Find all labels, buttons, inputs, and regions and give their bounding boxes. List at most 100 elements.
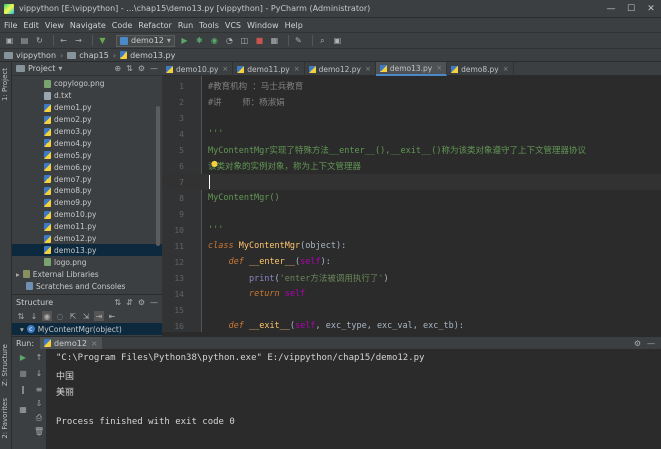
menu-file[interactable]: File xyxy=(4,21,17,30)
soft-wrap-icon[interactable]: ≡ xyxy=(34,385,44,394)
breadcrumb-item[interactable]: chap15 xyxy=(67,51,109,60)
code-line[interactable]: 15 xyxy=(162,302,661,318)
code-line[interactable]: 9 xyxy=(162,206,661,222)
menu-tools[interactable]: Tools xyxy=(199,21,219,30)
tree-item-file-selected[interactable]: demo13.py xyxy=(12,244,162,257)
breadcrumb-item[interactable]: vippython xyxy=(4,51,56,60)
code-line[interactable]: 16 def __exit__(self, exc_type, exc_val,… xyxy=(162,318,661,332)
structure-tool-tab[interactable]: Z: Structure xyxy=(1,344,9,386)
favorites-tool-tab[interactable]: 2: Favorites xyxy=(1,398,9,439)
close-tab-icon[interactable]: × xyxy=(91,339,98,348)
back-arrow-icon[interactable]: ← xyxy=(58,35,69,46)
code-line[interactable]: 1 #教育机构 ：马士兵教育 xyxy=(162,78,661,94)
autoscroll-from-icon[interactable]: ⇤ xyxy=(107,311,117,321)
chevron-down-icon[interactable]: ▾ xyxy=(58,64,62,73)
tree-item-external-libraries[interactable]: ▸ External Libraries xyxy=(12,268,162,280)
project-tool-tab[interactable]: 1: Project xyxy=(1,68,9,101)
code-line[interactable]: 8 MyContentMgr() xyxy=(162,190,661,206)
menu-navigate[interactable]: Navigate xyxy=(70,21,106,30)
collapse-icon[interactable]: ⇅ xyxy=(126,64,133,73)
inherited-icon[interactable]: ◌ xyxy=(55,311,65,321)
code-line[interactable]: 14 return self xyxy=(162,286,661,302)
close-tab-icon[interactable]: × xyxy=(365,65,371,73)
code-line[interactable]: 3 xyxy=(162,110,661,126)
menu-help[interactable]: Help xyxy=(285,21,303,30)
project-panel-title[interactable]: Project xyxy=(28,64,55,73)
down-arrow-icon[interactable]: ↓ xyxy=(34,369,44,378)
expand-all-icon[interactable]: ⇅ xyxy=(114,298,121,307)
tree-item-file[interactable]: demo9.py xyxy=(12,197,162,209)
menu-vcs[interactable]: VCS xyxy=(225,21,241,30)
build-icon[interactable]: ▼ xyxy=(97,35,108,46)
stop-icon[interactable]: ■ xyxy=(254,35,265,46)
trash-icon[interactable]: 🗑 xyxy=(34,427,44,436)
tree-item-file[interactable]: copylogo.png xyxy=(12,78,162,90)
tree-item-scratches[interactable]: Scratches and Consoles xyxy=(12,280,162,292)
layout-icon[interactable]: ▦ xyxy=(269,35,280,46)
tab-demo12[interactable]: demo12.py × xyxy=(305,62,376,76)
tree-item-file[interactable]: demo7.py xyxy=(12,173,162,185)
menu-view[interactable]: View xyxy=(45,21,64,30)
run-tab[interactable]: demo12 × xyxy=(40,336,102,350)
collapse-all-icon[interactable]: ⇵ xyxy=(126,298,133,307)
close-tab-icon[interactable]: × xyxy=(503,65,509,73)
tree-item-file[interactable]: demo6.py xyxy=(12,161,162,173)
tab-demo11[interactable]: demo11.py × xyxy=(233,62,305,76)
search-icon[interactable]: ⌕ xyxy=(317,35,328,46)
gear-icon[interactable]: ⚙ xyxy=(634,339,641,348)
sync-icon[interactable]: ↻ xyxy=(34,35,45,46)
forward-arrow-icon[interactable]: → xyxy=(73,35,84,46)
tree-item-file[interactable]: demo12.py xyxy=(12,233,162,245)
sort-alpha-icon[interactable]: ↓ xyxy=(29,311,39,321)
tree-item-file[interactable]: demo3.py xyxy=(12,126,162,138)
maximize-button[interactable]: ☐ xyxy=(621,0,641,18)
locate-icon[interactable]: ⊕ xyxy=(114,64,121,73)
autoscroll-to-icon[interactable]: ⇥ xyxy=(94,311,104,321)
menu-window[interactable]: Window xyxy=(247,21,279,30)
close-tab-icon[interactable]: × xyxy=(294,65,300,73)
tab-demo8[interactable]: demo8.py × xyxy=(447,62,514,76)
tree-item-file[interactable]: demo10.py xyxy=(12,209,162,221)
hide-icon[interactable]: — xyxy=(150,298,158,307)
run-console[interactable]: "C:\Program Files\Python38\python.exe" E… xyxy=(46,349,661,449)
stop-icon[interactable]: ■ xyxy=(18,369,28,378)
tree-item-file[interactable]: logo.png xyxy=(12,256,162,268)
tree-item-file[interactable]: demo8.py xyxy=(12,185,162,197)
run-config-selector[interactable]: demo12 ▾ xyxy=(116,34,175,47)
close-tab-icon[interactable]: × xyxy=(436,64,442,72)
tree-item-file[interactable]: demo2.py xyxy=(12,114,162,126)
vcs-icon[interactable]: ▣ xyxy=(332,35,343,46)
hide-icon[interactable]: — xyxy=(647,339,655,348)
collapse-icon[interactable]: ⇲ xyxy=(81,311,91,321)
tree-item-file[interactable]: d.txt xyxy=(12,90,162,102)
expand-icon[interactable]: ⇱ xyxy=(68,311,78,321)
gear-icon[interactable]: ⚙ xyxy=(138,298,145,307)
code-line-current[interactable]: 7 xyxy=(162,174,661,190)
menu-refactor[interactable]: Refactor xyxy=(138,21,172,30)
concurrency-icon[interactable]: ◫ xyxy=(239,35,250,46)
gear-icon[interactable]: ⚙ xyxy=(138,64,145,73)
debug-icon[interactable]: ✱ xyxy=(194,35,205,46)
up-arrow-icon[interactable]: ↑ xyxy=(34,353,44,362)
code-line[interactable]: 6 该类对象的实例对象，称为上下文管理器 ● xyxy=(162,158,661,174)
scroll-to-end-icon[interactable]: ⇩ xyxy=(34,399,44,408)
tree-item-file[interactable]: demo11.py xyxy=(12,221,162,233)
menu-edit[interactable]: Edit xyxy=(23,21,39,30)
save-all-icon[interactable]: ▤ xyxy=(19,35,30,46)
wrench-icon[interactable]: ✎ xyxy=(293,35,304,46)
structure-item-class[interactable]: ▾ c MyContentMgr(object) xyxy=(12,323,162,335)
project-scrollbar[interactable] xyxy=(156,106,160,246)
code-line[interactable]: 10 ''' xyxy=(162,222,661,238)
run-icon[interactable]: ▶ xyxy=(179,35,190,46)
tree-item-file[interactable]: demo1.py xyxy=(12,102,162,114)
tab-demo10[interactable]: demo10.py × xyxy=(162,62,234,76)
minimize-button[interactable]: — xyxy=(601,0,621,18)
code-line[interactable]: 11 class MyContentMgr(object): xyxy=(162,238,661,254)
restore-layout-icon[interactable]: ▦ xyxy=(18,405,28,414)
code-line[interactable]: 2 #讲 师：杨淑娟 xyxy=(162,94,661,110)
profile-icon[interactable]: ◔ xyxy=(224,35,235,46)
lightbulb-icon[interactable]: ● xyxy=(211,159,218,168)
menu-code[interactable]: Code xyxy=(112,21,132,30)
code-line[interactable]: 4 ''' xyxy=(162,126,661,142)
show-fields-icon[interactable]: ◉ xyxy=(42,311,52,321)
